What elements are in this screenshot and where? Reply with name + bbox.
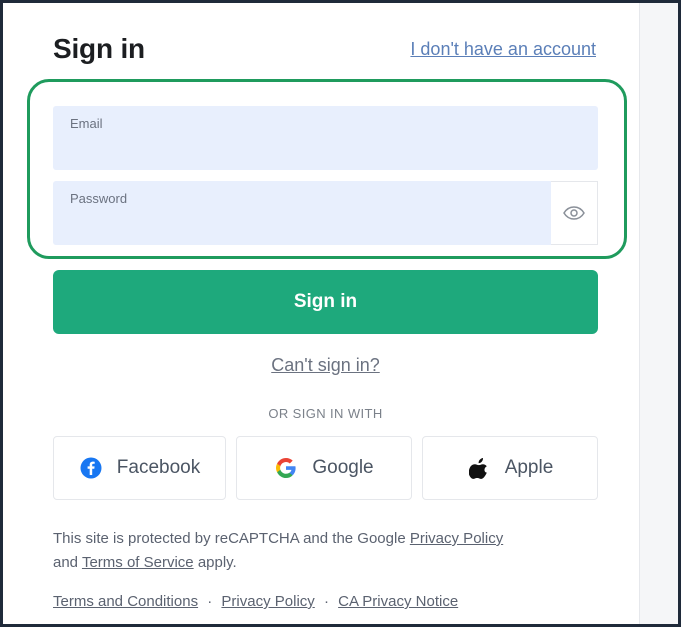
apple-icon xyxy=(467,456,491,480)
apple-label: Apple xyxy=(504,457,554,478)
recaptcha-apply-text: apply. xyxy=(197,554,237,571)
email-input[interactable] xyxy=(69,136,553,162)
no-account-link[interactable]: I don't have an account xyxy=(410,39,596,60)
footer-separator: · xyxy=(323,593,329,610)
terms-of-service-link[interactable]: Terms of Service xyxy=(82,554,194,571)
facebook-icon xyxy=(79,456,103,480)
sign-in-button[interactable]: Sign in xyxy=(53,270,598,334)
cant-sign-in-link[interactable]: Can't sign in? xyxy=(271,355,380,375)
password-input[interactable] xyxy=(69,211,553,237)
email-field[interactable]: Email xyxy=(53,106,598,170)
google-privacy-policy-link[interactable]: Privacy Policy xyxy=(410,530,503,547)
social-divider-label: OR SIGN IN WITH xyxy=(268,406,383,421)
email-label: Email xyxy=(70,116,103,131)
google-sign-in-button[interactable]: Google xyxy=(236,436,412,500)
recaptcha-and-text: and xyxy=(53,554,79,571)
apple-sign-in-button[interactable]: Apple xyxy=(422,436,598,500)
right-side-pane xyxy=(639,3,678,624)
facebook-sign-in-button[interactable]: Facebook xyxy=(53,436,226,500)
footer-separator: · xyxy=(207,593,213,610)
recaptcha-text: This site is protected by reCAPTCHA and … xyxy=(53,530,406,547)
terms-and-conditions-link[interactable]: Terms and Conditions xyxy=(53,593,198,610)
facebook-label: Facebook xyxy=(116,457,201,478)
page-title: Sign in xyxy=(53,33,145,64)
cant-sign-in-row: Can't sign in? xyxy=(3,355,648,376)
google-label: Google xyxy=(312,457,374,478)
footer-privacy-policy-link[interactable]: Privacy Policy xyxy=(221,593,314,610)
password-field[interactable]: Password xyxy=(53,181,553,245)
google-icon xyxy=(274,456,298,480)
footer-links: Terms and Conditions · Privacy Policy · … xyxy=(53,593,458,610)
recaptcha-notice: This site is protected by reCAPTCHA and … xyxy=(53,527,613,575)
password-label: Password xyxy=(70,191,128,206)
sign-in-panel: Sign in I don't have an account Email Pa… xyxy=(3,3,678,624)
show-password-button[interactable] xyxy=(551,181,598,245)
eye-icon xyxy=(563,206,585,220)
ca-privacy-notice-link[interactable]: CA Privacy Notice xyxy=(338,593,458,610)
